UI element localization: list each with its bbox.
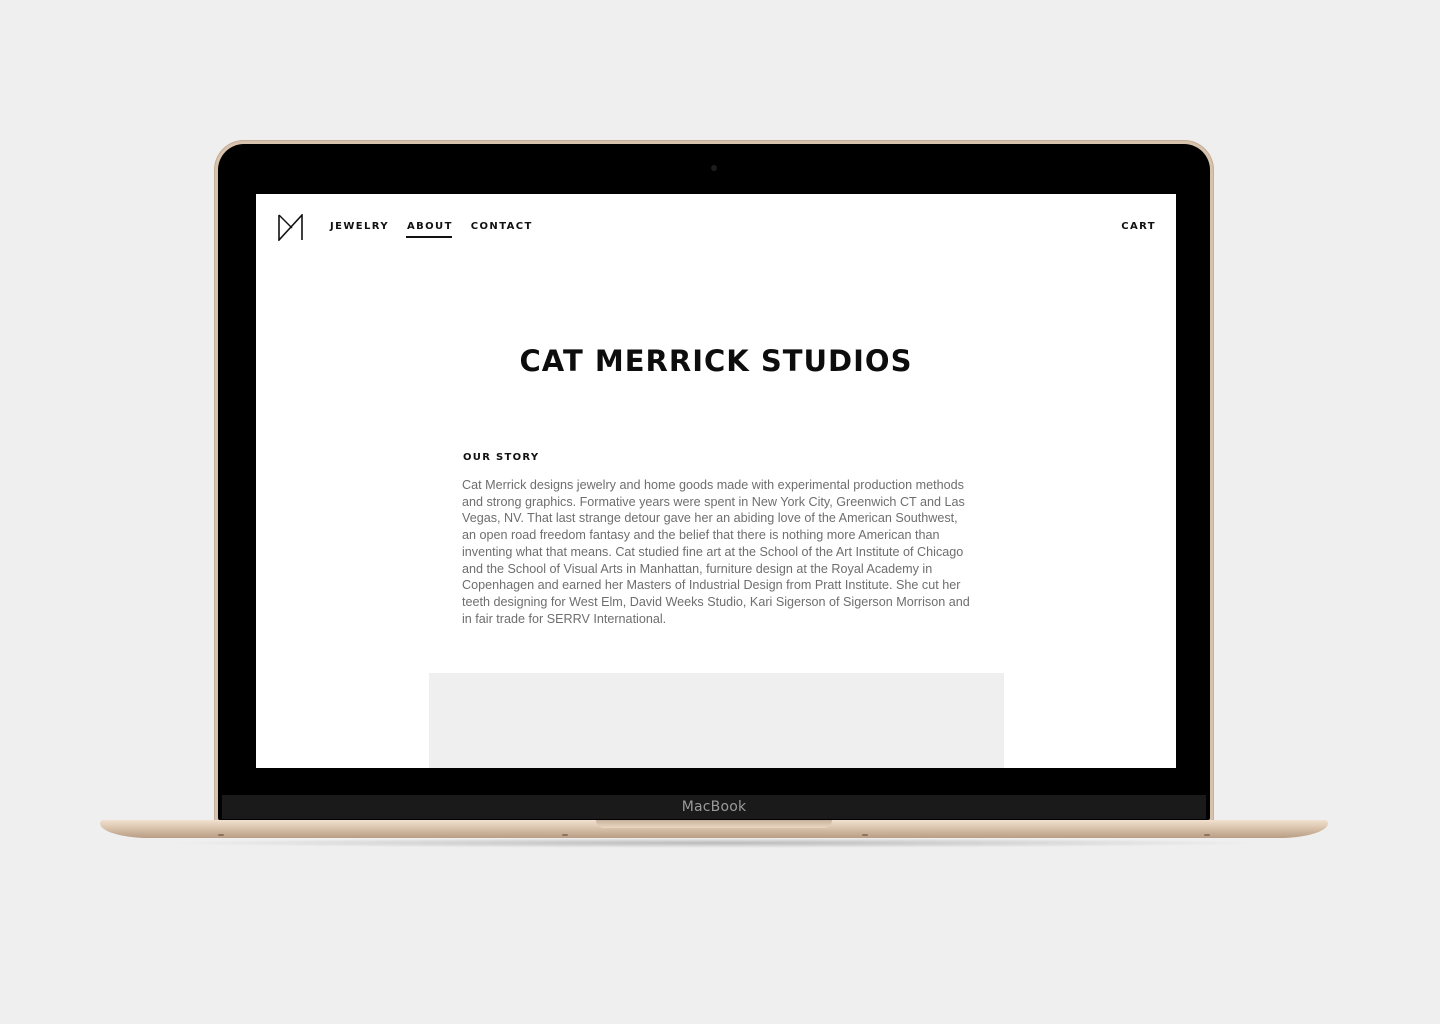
laptop-chin: MacBook: [222, 795, 1206, 819]
main-nav: JEWELRY ABOUT CONTACT: [330, 221, 551, 238]
camera-icon: [711, 165, 717, 171]
story-heading: OUR STORY: [463, 452, 540, 463]
nav-link-jewelry[interactable]: JEWELRY: [330, 221, 389, 238]
device-brand-label: MacBook: [681, 799, 747, 815]
laptop-shadow: [160, 838, 1268, 848]
image-placeholder: [429, 673, 1004, 768]
page-title: CAT MERRICK STUDIOS: [519, 344, 913, 378]
laptop-foot: [862, 834, 868, 836]
laptop-foot: [218, 834, 224, 836]
browser-screen: JEWELRY ABOUT CONTACT CART CAT MERRICK S…: [256, 194, 1176, 768]
laptop-foot: [562, 834, 568, 836]
cm-monogram-icon[interactable]: [278, 212, 304, 243]
nav-link-contact[interactable]: CONTACT: [471, 221, 533, 238]
nav-link-about[interactable]: ABOUT: [405, 221, 453, 238]
logo-svg: [278, 212, 303, 243]
laptop-hinge-notch: [596, 820, 832, 828]
cart-link[interactable]: CART: [1121, 221, 1156, 232]
story-body: Cat Merrick designs jewelry and home goo…: [462, 478, 970, 626]
laptop-foot: [1204, 834, 1210, 836]
